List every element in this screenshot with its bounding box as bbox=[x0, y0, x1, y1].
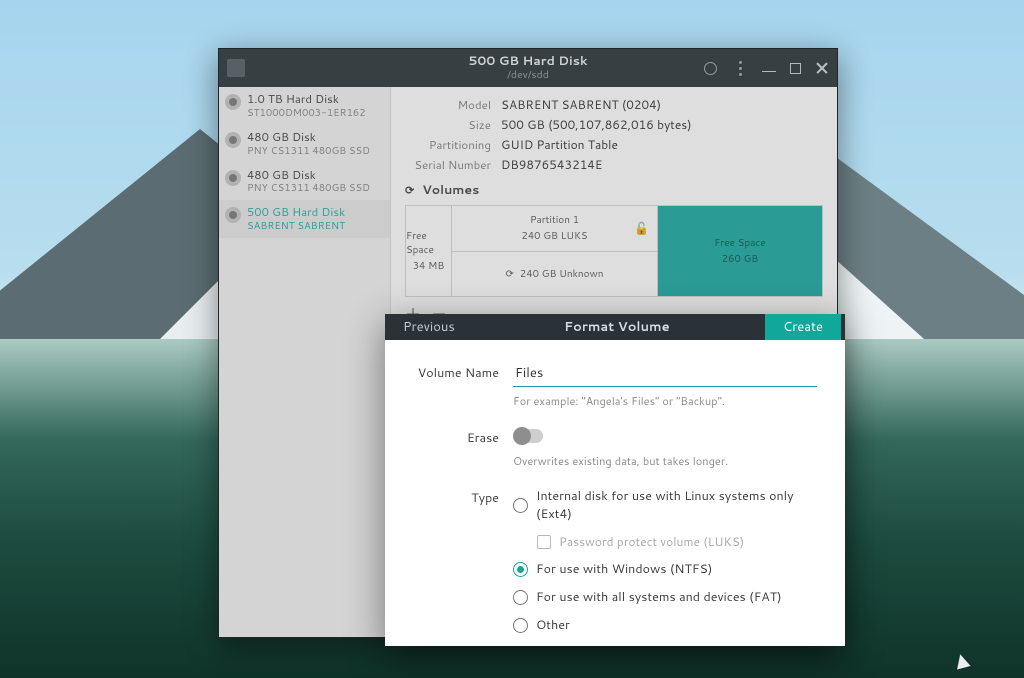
radio-ext4[interactable]: Internal disk for use with Linux systems… bbox=[513, 487, 817, 523]
menu-icon[interactable] bbox=[732, 60, 748, 76]
value-model: SABRENT SABRENT (0204) bbox=[501, 96, 661, 113]
label-type: Type bbox=[413, 487, 513, 634]
volume-partition-1[interactable]: Partition 1 240 GB LUKS 🔓 ⟳ 240 GB Unkno… bbox=[452, 206, 658, 296]
radio-icon bbox=[513, 498, 528, 513]
radio-label: For use with Windows (NTFS) bbox=[536, 560, 712, 578]
volume-freespace-2-selected[interactable]: Free Space 260 GB bbox=[658, 206, 822, 296]
volume-name-hint: For example: "Angela's Files" or "Backup… bbox=[513, 393, 817, 409]
create-button[interactable]: Create bbox=[765, 314, 841, 340]
spinner-icon: ⟳ bbox=[506, 267, 514, 281]
radio-fat[interactable]: For use with all systems and devices (FA… bbox=[513, 588, 817, 606]
hdd-icon bbox=[225, 94, 241, 110]
hdd-icon bbox=[225, 170, 241, 186]
app-icon bbox=[227, 59, 245, 77]
disk-title: 480 GB Disk bbox=[247, 130, 370, 144]
hdd-icon bbox=[225, 207, 241, 223]
radio-icon bbox=[513, 590, 528, 605]
value-serial: DB9876543214E bbox=[501, 156, 602, 173]
disk-item[interactable]: 480 GB Disk PNY CS1311 480GB SSD bbox=[219, 125, 390, 163]
disk-model: PNY CS1311 480GB SSD bbox=[247, 144, 370, 158]
volume-freespace-1[interactable]: Free Space 34 MB bbox=[406, 206, 452, 296]
vol-size: 240 GB LUKS bbox=[521, 229, 587, 243]
volume-map: Free Space 34 MB Partition 1 240 GB LUKS… bbox=[405, 205, 823, 297]
vol-label: Free Space bbox=[714, 236, 765, 250]
radio-ntfs[interactable]: For use with Windows (NTFS) bbox=[513, 560, 817, 578]
label-serial: Serial Number bbox=[405, 156, 501, 173]
vol-size: 260 GB bbox=[722, 252, 759, 266]
label-partitioning: Partitioning bbox=[405, 136, 501, 153]
dialog-titlebar: Previous Format Volume Create bbox=[385, 314, 845, 340]
volumes-heading: Volumes bbox=[422, 181, 479, 199]
disk-sidebar: 1.0 TB Hard Disk ST1000DM003-1ER162 480 … bbox=[219, 87, 391, 637]
vol-size: 34 MB bbox=[413, 259, 445, 273]
volume-name-input[interactable] bbox=[513, 362, 817, 387]
label-model: Model bbox=[405, 96, 501, 113]
checkbox-luks: Password protect volume (LUKS) bbox=[537, 533, 817, 550]
disk-title: 1.0 TB Hard Disk bbox=[247, 92, 366, 106]
format-volume-dialog: Previous Format Volume Create Volume Nam… bbox=[385, 314, 845, 646]
titlebar: 500 GB Hard Disk /dev/sdd bbox=[219, 49, 837, 87]
vol-label: Free Space bbox=[406, 229, 451, 257]
radio-icon bbox=[513, 562, 528, 577]
radio-icon bbox=[513, 618, 528, 633]
radio-label: Other bbox=[536, 616, 570, 634]
close-button[interactable] bbox=[815, 61, 829, 75]
radio-label: For use with all systems and devices (FA… bbox=[536, 588, 782, 606]
disk-model: SABRENT SABRENT bbox=[247, 219, 345, 233]
value-size: 500 GB (500,107,862,016 bytes) bbox=[501, 116, 692, 133]
label-size: Size bbox=[405, 116, 501, 133]
unlock-icon: 🔓 bbox=[634, 220, 649, 237]
erase-hint: Overwrites existing data, but takes long… bbox=[513, 453, 817, 469]
previous-button[interactable]: Previous bbox=[389, 318, 469, 336]
power-icon[interactable] bbox=[702, 60, 718, 76]
vol-size: 240 GB Unknown bbox=[520, 267, 604, 281]
spinner-icon: ⟳ bbox=[405, 182, 414, 198]
disk-title: 500 GB Hard Disk bbox=[247, 205, 345, 219]
checkbox-icon bbox=[537, 535, 551, 549]
radio-label: Internal disk for use with Linux systems… bbox=[536, 487, 817, 523]
checkbox-label: Password protect volume (LUKS) bbox=[559, 533, 744, 550]
label-volume-name: Volume Name bbox=[413, 362, 513, 409]
maximize-button[interactable] bbox=[790, 63, 801, 74]
erase-toggle[interactable] bbox=[513, 429, 543, 443]
disk-model: PNY CS1311 480GB SSD bbox=[247, 181, 370, 195]
minimize-button[interactable] bbox=[762, 64, 776, 72]
hdd-icon bbox=[225, 132, 241, 148]
disk-item[interactable]: 480 GB Disk PNY CS1311 480GB SSD bbox=[219, 163, 390, 201]
radio-other[interactable]: Other bbox=[513, 616, 817, 634]
dialog-title: Format Volume bbox=[469, 318, 765, 336]
disk-item[interactable]: 1.0 TB Hard Disk ST1000DM003-1ER162 bbox=[219, 87, 390, 125]
disk-model: ST1000DM003-1ER162 bbox=[247, 106, 366, 120]
value-partitioning: GUID Partition Table bbox=[501, 136, 618, 153]
disk-item-selected[interactable]: 500 GB Hard Disk SABRENT SABRENT bbox=[219, 200, 390, 238]
label-erase: Erase bbox=[413, 427, 513, 469]
vol-label: Partition 1 bbox=[530, 213, 579, 227]
disk-title: 480 GB Disk bbox=[247, 168, 370, 182]
